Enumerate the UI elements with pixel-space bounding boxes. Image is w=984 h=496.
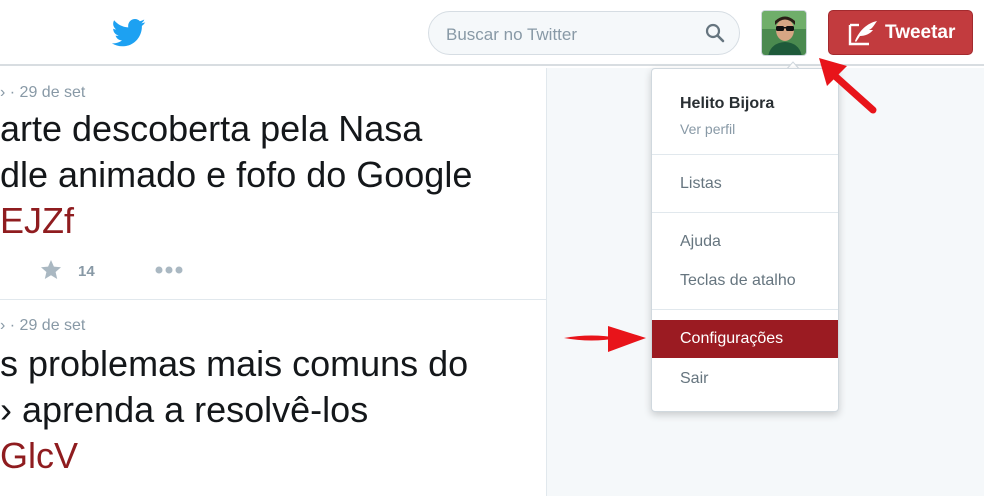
tweet-button[interactable]: Tweetar [828, 10, 973, 55]
avatar[interactable] [761, 10, 807, 56]
tweet-meta: › · 29 de set [0, 84, 86, 101]
tweet-text-line: arte descoberta pela Nasa [0, 108, 423, 149]
tweet-text-line: dle animado e fofo do Google [0, 154, 473, 195]
avatar-photo [762, 11, 806, 55]
menu-item-lists[interactable]: Listas [652, 165, 838, 203]
tweet-actions: 14 [0, 258, 300, 288]
tweet-link[interactable]: GlcV [0, 435, 78, 477]
search-box[interactable]: Buscar no Twitter [428, 11, 740, 55]
user-dropdown-menu: Helito Bijora Ver perfil Listas Ajuda Te… [651, 68, 839, 412]
favorite-star-icon[interactable] [39, 258, 63, 282]
menu-user-name[interactable]: Helito Bijora [680, 95, 774, 113]
compose-quill-icon [848, 21, 877, 46]
twitter-bird-icon[interactable] [112, 19, 146, 47]
tweet-item[interactable]: › · 29 de set arte descoberta pela Nasa … [0, 68, 546, 300]
menu-item-settings[interactable]: Configurações [652, 320, 838, 358]
menu-divider [652, 212, 838, 213]
menu-item-logout[interactable]: Sair [652, 360, 838, 398]
tweet-item[interactable]: › · 29 de set s problemas mais comuns do… [0, 301, 546, 496]
tweet-link[interactable]: EJZf [0, 200, 74, 242]
menu-divider [652, 154, 838, 155]
tweet-button-label: Tweetar [885, 22, 956, 43]
tweet-text-line: › aprenda a resolvê-los [0, 389, 369, 430]
favorite-count: 14 [78, 263, 95, 280]
menu-divider [652, 309, 838, 310]
menu-item-help[interactable]: Ajuda [652, 223, 838, 261]
tweet-meta: › · 29 de set [0, 317, 86, 334]
menu-item-shortcuts[interactable]: Teclas de atalho [652, 262, 838, 300]
annotation-arrow-icon [819, 58, 877, 114]
search-icon[interactable] [705, 23, 725, 43]
view-profile-link[interactable]: Ver perfil [680, 121, 735, 137]
more-options-icon[interactable] [154, 265, 184, 275]
search-input[interactable]: Buscar no Twitter [446, 25, 577, 45]
tweet-text-line: s problemas mais comuns do [0, 343, 469, 384]
annotation-arrow-icon [564, 326, 646, 352]
